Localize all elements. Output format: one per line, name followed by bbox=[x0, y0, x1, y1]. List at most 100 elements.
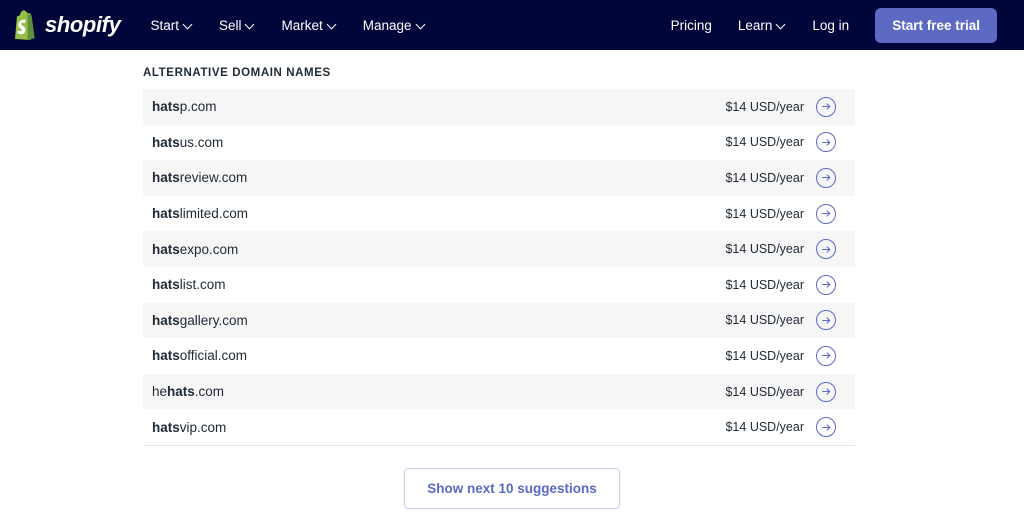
domain-name: hatsp.com bbox=[143, 99, 217, 114]
domain-suggestion-list: hatsp.com$14 USD/yearhatsus.com$14 USD/y… bbox=[143, 89, 855, 446]
arrow-right-circle-icon[interactable] bbox=[816, 168, 836, 188]
domain-keyword: hats bbox=[152, 206, 180, 221]
domain-name: hatsexpo.com bbox=[143, 242, 238, 257]
domain-price: $14 USD/year bbox=[725, 385, 804, 399]
nav-item-login-label: Log in bbox=[812, 18, 849, 33]
nav-item-manage[interactable]: Manage bbox=[363, 18, 426, 33]
brand-name: shopify bbox=[45, 12, 120, 38]
domain-suggestion-row[interactable]: hatsvip.com $14 USD/year bbox=[143, 409, 855, 445]
domain-row-actions: $14 USD/year bbox=[725, 97, 855, 117]
domain-price: $14 USD/year bbox=[725, 242, 804, 256]
domain-name: hatsvip.com bbox=[143, 420, 226, 435]
domain-price: $14 USD/year bbox=[725, 100, 804, 114]
arrow-right-circle-icon[interactable] bbox=[816, 204, 836, 224]
domain-name: hatsreview.com bbox=[143, 170, 247, 185]
domain-price: $14 USD/year bbox=[725, 278, 804, 292]
domain-keyword: hats bbox=[167, 384, 195, 399]
nav-item-market[interactable]: Market bbox=[281, 18, 336, 33]
domain-suffix: review.com bbox=[180, 170, 248, 185]
section-heading: ALTERNATIVE DOMAIN NAMES bbox=[143, 67, 1024, 79]
domain-suffix: p.com bbox=[180, 99, 217, 114]
domain-keyword: hats bbox=[152, 313, 180, 328]
domain-price: $14 USD/year bbox=[725, 207, 804, 221]
top-navigation-bar: shopify Start Sell Market Manage Pricing… bbox=[0, 0, 1024, 50]
domain-suggestion-row[interactable]: hatsexpo.com $14 USD/year bbox=[143, 231, 855, 267]
domain-suggestion-row[interactable]: hatsreview.com $14 USD/year bbox=[143, 160, 855, 196]
domain-suffix: limited.com bbox=[180, 206, 248, 221]
arrow-right-circle-icon[interactable] bbox=[816, 382, 836, 402]
domain-keyword: hats bbox=[152, 242, 180, 257]
domain-suffix: expo.com bbox=[180, 242, 239, 257]
domain-keyword: hats bbox=[152, 277, 180, 292]
nav-item-pricing-label: Pricing bbox=[671, 18, 712, 33]
domain-price: $14 USD/year bbox=[725, 313, 804, 327]
domain-keyword: hats bbox=[152, 420, 180, 435]
domain-name: hatslist.com bbox=[143, 277, 226, 292]
domain-row-actions: $14 USD/year bbox=[725, 310, 855, 330]
domain-name: hehats.com bbox=[143, 384, 224, 399]
domain-row-actions: $14 USD/year bbox=[725, 204, 855, 224]
chevron-down-icon bbox=[777, 20, 786, 29]
nav-item-learn-label: Learn bbox=[738, 18, 773, 33]
domain-row-actions: $14 USD/year bbox=[725, 382, 855, 402]
domain-row-actions: $14 USD/year bbox=[725, 275, 855, 295]
start-free-trial-button[interactable]: Start free trial bbox=[875, 8, 997, 43]
show-more-container: Show next 10 suggestions bbox=[0, 468, 1024, 509]
domain-suffix: vip.com bbox=[180, 420, 227, 435]
nav-item-start[interactable]: Start bbox=[150, 18, 193, 33]
nav-item-learn[interactable]: Learn bbox=[738, 18, 787, 33]
domain-keyword: hats bbox=[152, 99, 180, 114]
domain-row-actions: $14 USD/year bbox=[725, 132, 855, 152]
domain-name: hatsofficial.com bbox=[143, 348, 247, 363]
shopping-bag-icon bbox=[12, 10, 38, 40]
arrow-right-circle-icon[interactable] bbox=[816, 275, 836, 295]
nav-item-start-label: Start bbox=[150, 18, 179, 33]
nav-item-sell[interactable]: Sell bbox=[219, 18, 256, 33]
domain-name: hatslimited.com bbox=[143, 206, 248, 221]
domain-name: hatsgallery.com bbox=[143, 313, 248, 328]
chevron-down-icon bbox=[328, 20, 337, 29]
domain-keyword: hats bbox=[152, 170, 180, 185]
domain-suggestion-row[interactable]: hatsofficial.com $14 USD/year bbox=[143, 338, 855, 374]
nav-item-market-label: Market bbox=[281, 18, 322, 33]
arrow-right-circle-icon[interactable] bbox=[816, 132, 836, 152]
arrow-right-circle-icon[interactable] bbox=[816, 97, 836, 117]
arrow-right-circle-icon[interactable] bbox=[816, 310, 836, 330]
domain-name: hatsus.com bbox=[143, 135, 223, 150]
nav-item-login[interactable]: Log in bbox=[812, 18, 849, 33]
domain-suggestion-row[interactable]: hehats.com $14 USD/year bbox=[143, 374, 855, 410]
domain-suffix: official.com bbox=[180, 348, 247, 363]
domain-suffix: gallery.com bbox=[180, 313, 248, 328]
domain-suggestion-row[interactable]: hatslimited.com $14 USD/year bbox=[143, 196, 855, 232]
domain-suggestion-row[interactable]: hatsus.com $14 USD/year bbox=[143, 125, 855, 161]
arrow-right-circle-icon[interactable] bbox=[816, 346, 836, 366]
domain-keyword: hats bbox=[152, 348, 180, 363]
domain-prefix: he bbox=[152, 384, 167, 399]
chevron-down-icon bbox=[417, 20, 426, 29]
domain-suggestion-row[interactable]: hatsp.com $14 USD/year bbox=[143, 89, 855, 125]
domain-suffix: us.com bbox=[180, 135, 224, 150]
chevron-down-icon bbox=[246, 20, 255, 29]
domain-row-actions: $14 USD/year bbox=[725, 346, 855, 366]
secondary-nav-links: Pricing Learn Log in Start free trial bbox=[671, 8, 997, 43]
chevron-down-icon bbox=[184, 20, 193, 29]
show-next-suggestions-button[interactable]: Show next 10 suggestions bbox=[404, 468, 620, 509]
main-content: ALTERNATIVE DOMAIN NAMES hatsp.com$14 US… bbox=[0, 67, 1024, 509]
nav-item-pricing[interactable]: Pricing bbox=[671, 18, 712, 33]
domain-price: $14 USD/year bbox=[725, 349, 804, 363]
nav-item-sell-label: Sell bbox=[219, 18, 242, 33]
domain-row-actions: $14 USD/year bbox=[725, 417, 855, 437]
shopify-logo[interactable]: shopify bbox=[12, 10, 120, 40]
domain-row-actions: $14 USD/year bbox=[725, 168, 855, 188]
domain-price: $14 USD/year bbox=[725, 171, 804, 185]
domain-price: $14 USD/year bbox=[725, 135, 804, 149]
arrow-right-circle-icon[interactable] bbox=[816, 239, 836, 259]
domain-row-actions: $14 USD/year bbox=[725, 239, 855, 259]
domain-suffix: list.com bbox=[180, 277, 226, 292]
primary-nav-links: Start Sell Market Manage bbox=[150, 18, 425, 33]
domain-suffix: .com bbox=[195, 384, 224, 399]
arrow-right-circle-icon[interactable] bbox=[816, 417, 836, 437]
domain-suggestion-row[interactable]: hatsgallery.com $14 USD/year bbox=[143, 303, 855, 339]
domain-keyword: hats bbox=[152, 135, 180, 150]
domain-suggestion-row[interactable]: hatslist.com $14 USD/year bbox=[143, 267, 855, 303]
